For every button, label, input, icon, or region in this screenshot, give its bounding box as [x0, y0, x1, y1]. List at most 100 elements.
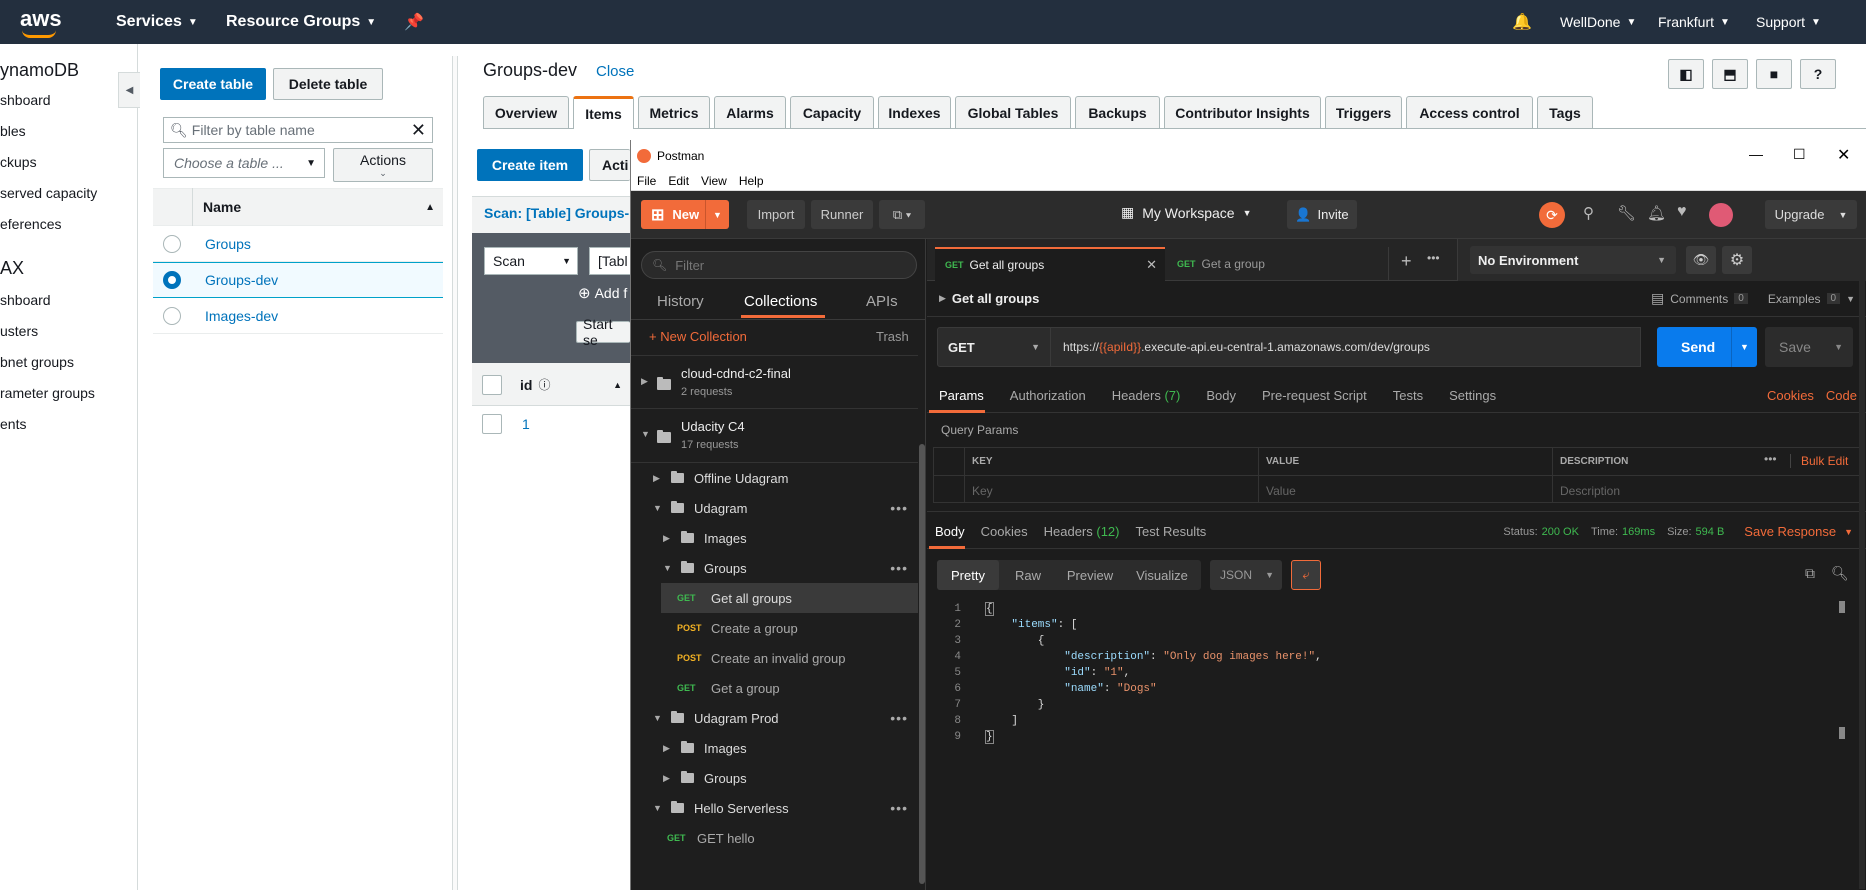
request-name-title[interactable]: Get all groups [952, 291, 1039, 306]
search-icon[interactable]: 🔍︎ [1831, 565, 1849, 582]
folder-item[interactable]: ▶ Images [631, 733, 918, 763]
info-icon[interactable]: ⓘ [538, 376, 550, 393]
close-link[interactable]: Close [596, 63, 634, 80]
new-collection-button[interactable]: + New Collection [649, 329, 747, 344]
format-select[interactable]: JSON ▼ [1210, 560, 1282, 590]
folder-item[interactable]: ▶ Offline Udagram [631, 463, 918, 493]
help-icon[interactable]: ? [1800, 59, 1836, 89]
nav-item[interactable]: ckups [0, 154, 37, 170]
table-link[interactable]: Groups-dev [205, 272, 278, 288]
bulk-edit-link[interactable]: Bulk Edit [1790, 454, 1848, 468]
table-filter-input[interactable]: 🔍︎ Filter by table name ✕ [163, 117, 433, 143]
dax-nav-item[interactable]: bnet groups [0, 354, 74, 370]
row-radio[interactable] [163, 234, 181, 253]
tab-settings[interactable]: Settings [1449, 388, 1496, 403]
sort-asc-icon[interactable]: ▲ [613, 380, 622, 390]
folder-item[interactable]: ▶ Images [631, 523, 918, 553]
more-tabs-icon[interactable]: ••• [1427, 251, 1440, 265]
new-button[interactable]: ⊞ New ▼ [641, 200, 729, 229]
pane-splitter[interactable] [452, 56, 458, 890]
chevron-down-icon[interactable]: ▼ [1846, 294, 1855, 304]
tab-triggers[interactable]: Triggers [1325, 96, 1402, 128]
tab-metrics[interactable]: Metrics [638, 96, 710, 128]
more-icon[interactable]: ••• [890, 710, 908, 726]
chevron-down-icon[interactable]: ▼ [1844, 527, 1853, 537]
menu-edit[interactable]: Edit [668, 174, 689, 188]
close-tab-icon[interactable]: ✕ [1146, 257, 1157, 273]
id-column-header[interactable]: id [520, 377, 532, 393]
folder-item[interactable]: ▼ Udagram ••• [631, 493, 918, 523]
request-tab-active[interactable]: GET Get all groups ✕ [935, 247, 1165, 281]
table-link[interactable]: Groups [205, 236, 251, 252]
tab-authorization[interactable]: Authorization [1010, 388, 1086, 403]
tab-capacity[interactable]: Capacity [790, 96, 874, 128]
trash-link[interactable]: Trash [876, 329, 909, 344]
menu-view[interactable]: View [701, 174, 727, 188]
scan-table-select[interactable]: [Tabl [589, 247, 630, 275]
request-item[interactable]: POST Create an invalid group [661, 643, 948, 673]
sidebar-scrollbar[interactable] [919, 444, 925, 890]
menu-file[interactable]: File [637, 174, 656, 188]
import-button[interactable]: Import [747, 200, 805, 229]
tab-history[interactable]: History [657, 293, 704, 310]
folder-item[interactable]: ▶ Groups [631, 763, 918, 793]
key-input[interactable]: Key [972, 484, 993, 498]
nav-item[interactable]: eferences [0, 216, 61, 232]
response-body[interactable]: 1{ 2 "items": [ 3 { 4 "description": "On… [937, 601, 1847, 745]
dax-nav-item[interactable]: usters [0, 323, 38, 339]
runner-button[interactable]: Runner [811, 200, 873, 229]
more-icon[interactable]: ••• [1764, 452, 1777, 466]
resource-groups-menu[interactable]: Resource Groups ▼ [226, 13, 376, 31]
tab-test-results[interactable]: Test Results [1136, 524, 1207, 539]
bell-icon[interactable]: 🔔 [1512, 12, 1532, 32]
item-id-link[interactable]: 1 [522, 416, 530, 432]
sync-icon[interactable]: ⟳ [1539, 202, 1565, 228]
wrench-icon[interactable]: 🔧︎ [1617, 204, 1636, 222]
tab-items[interactable]: Items [573, 96, 634, 129]
table-link[interactable]: Images-dev [205, 308, 278, 324]
more-icon[interactable]: ••• [890, 560, 908, 576]
more-icon[interactable]: ••• [890, 500, 908, 516]
examples-label[interactable]: Examples [1768, 292, 1821, 306]
delete-table-button[interactable]: Delete table [273, 68, 383, 100]
view-raw[interactable]: Raw [999, 568, 1057, 583]
scan-type-select[interactable]: Scan ▼ [484, 247, 578, 275]
select-all-checkbox[interactable] [482, 374, 502, 395]
tab-contributor-insights[interactable]: Contributor Insights [1164, 96, 1321, 128]
pane-scrollbar[interactable] [1859, 249, 1865, 889]
collection-item[interactable]: ▶ cloud-cdnd-c2-final 2 requests [631, 355, 918, 409]
tab-overview[interactable]: Overview [483, 96, 569, 128]
sidebar-filter-input[interactable]: 🔍︎ Filter [641, 251, 917, 279]
workspace-switcher[interactable]: ▦ My Workspace ▼ [1121, 204, 1251, 221]
services-menu[interactable]: Services ▼ [116, 13, 198, 31]
view-visualize[interactable]: Visualize [1123, 568, 1201, 583]
collapse-nav-button[interactable]: ◀ [118, 72, 140, 108]
eye-icon[interactable]: 👁︎ [1686, 246, 1716, 274]
tab-alarms[interactable]: Alarms [714, 96, 786, 128]
nav-item[interactable]: shboard [0, 92, 51, 108]
tab-backups[interactable]: Backups [1075, 96, 1160, 128]
add-filter-button[interactable]: ⊕ Add f [578, 284, 627, 302]
table-row[interactable]: Images-dev [153, 298, 443, 334]
menu-help[interactable]: Help [739, 174, 764, 188]
folder-item[interactable]: ▼ Hello Serverless ••• [631, 793, 918, 823]
request-item[interactable]: POST Create a group [661, 613, 948, 643]
table-row-selected[interactable]: Groups-dev [153, 262, 443, 298]
send-button[interactable]: Send ▼ [1657, 327, 1757, 367]
tab-apis[interactable]: APIs [866, 293, 898, 310]
scan-label[interactable]: Scan: [Table] Groups- [484, 205, 629, 221]
tab-collections[interactable]: Collections [744, 293, 817, 310]
tab-params[interactable]: Params [939, 388, 984, 403]
close-window-icon[interactable]: ✕ [1837, 145, 1850, 165]
value-input[interactable]: Value [1266, 484, 1296, 498]
clear-icon[interactable]: ✕ [411, 120, 426, 141]
request-item[interactable]: GET GET hello [651, 823, 938, 853]
aws-logo[interactable]: aws [20, 6, 62, 32]
tab-pre-request-script[interactable]: Pre-request Script [1262, 388, 1367, 403]
chevron-right-icon[interactable]: ▶ [939, 293, 946, 304]
item-row[interactable]: 1 [472, 406, 630, 442]
gear-icon[interactable]: ⚙ [1722, 246, 1752, 274]
fullscreen-icon[interactable]: ■ [1756, 59, 1792, 89]
environment-select[interactable]: No Environment ▼ [1470, 246, 1676, 274]
tab-tags[interactable]: Tags [1537, 96, 1593, 128]
